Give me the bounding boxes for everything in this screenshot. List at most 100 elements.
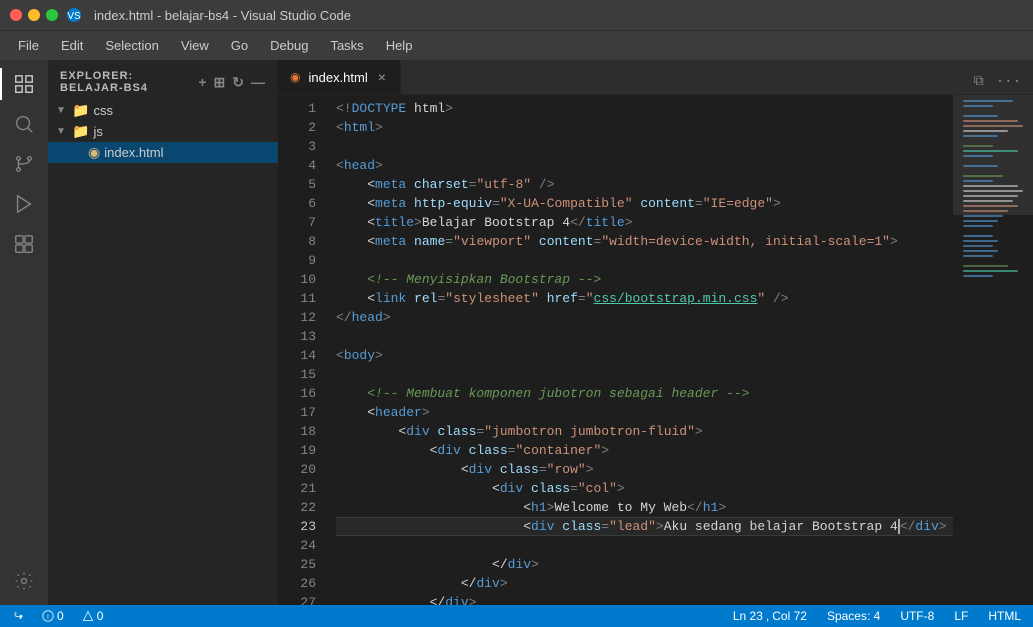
ln-3: 3 bbox=[278, 137, 316, 156]
ln-26: 26 bbox=[278, 574, 316, 593]
editor-area: ◉ index.html × ⧉ ··· 1 2 3 4 5 6 7 8 9 bbox=[278, 60, 1033, 605]
ln-2: 2 bbox=[278, 118, 316, 137]
ln-14: 14 bbox=[278, 346, 316, 365]
ln-9: 9 bbox=[278, 251, 316, 270]
maximize-button[interactable] bbox=[46, 9, 58, 21]
tab-html-icon: ◉ bbox=[290, 70, 300, 84]
more-actions-icon[interactable]: ··· bbox=[992, 70, 1025, 94]
status-encoding-label: UTF-8 bbox=[900, 609, 934, 623]
ln-17: 17 bbox=[278, 403, 316, 422]
menu-debug[interactable]: Debug bbox=[260, 34, 318, 57]
sidebar-label-js: js bbox=[93, 124, 102, 139]
new-folder-icon[interactable]: ⊞ bbox=[214, 74, 227, 91]
status-position[interactable]: Ln 23, Col 72 bbox=[729, 609, 811, 623]
ln-23: 23 bbox=[278, 517, 316, 536]
ln-20: 20 bbox=[278, 460, 316, 479]
code-line-18: <div class="jumbotron jumbotron-fluid"> bbox=[336, 422, 953, 441]
code-editor[interactable]: <!DOCTYPE html> <html> <head> <meta char… bbox=[328, 95, 953, 605]
ln-8: 8 bbox=[278, 232, 316, 251]
menu-view[interactable]: View bbox=[171, 34, 219, 57]
explorer-activity-icon[interactable] bbox=[8, 68, 40, 100]
ln-7: 7 bbox=[278, 213, 316, 232]
tab-close-button[interactable]: × bbox=[376, 68, 388, 86]
git-branch-icon bbox=[12, 610, 24, 622]
collapse-icon[interactable]: — bbox=[251, 74, 266, 91]
sidebar-item-js[interactable]: ▼ 📁 js bbox=[48, 121, 278, 142]
ln-15: 15 bbox=[278, 365, 316, 384]
status-col: Col 72 bbox=[772, 609, 807, 623]
vscode-icon: VS bbox=[66, 7, 82, 23]
warning-count: 0 bbox=[97, 609, 104, 623]
status-right: Ln 23, Col 72 Spaces: 4 UTF-8 LF HTML bbox=[729, 609, 1025, 623]
code-line-10: <!-- Menyisipkan Bootstrap --> bbox=[336, 270, 953, 289]
status-git-branch[interactable] bbox=[8, 610, 28, 622]
status-spaces-label: Spaces: 4 bbox=[827, 609, 880, 623]
svg-text:!: ! bbox=[47, 614, 49, 621]
code-line-21: <div class="col"> bbox=[336, 479, 953, 498]
minimize-button[interactable] bbox=[28, 9, 40, 21]
code-line-20: <div class="row"> bbox=[336, 460, 953, 479]
ln-22: 22 bbox=[278, 498, 316, 517]
status-warnings[interactable]: 0 bbox=[78, 609, 108, 623]
refresh-icon[interactable]: ↻ bbox=[232, 74, 245, 91]
status-language[interactable]: HTML bbox=[984, 609, 1025, 623]
sidebar-label-css: css bbox=[93, 103, 113, 118]
code-line-7: <title>Belajar Bootstrap 4</title> bbox=[336, 213, 953, 232]
git-activity-icon[interactable] bbox=[8, 148, 40, 180]
minimap-svg bbox=[953, 95, 1033, 595]
sidebar-item-css[interactable]: ▼ 📁 css bbox=[48, 100, 278, 121]
tab-bar-actions: ⧉ ··· bbox=[970, 70, 1033, 94]
new-file-icon[interactable]: + bbox=[198, 74, 207, 91]
code-line-22: <h1>Welcome to My Web</h1> bbox=[336, 498, 953, 517]
ln-16: 16 bbox=[278, 384, 316, 403]
code-line-24 bbox=[336, 536, 953, 555]
code-line-3 bbox=[336, 137, 953, 156]
sidebar: EXPLORER: BELAJAR-BS4 + ⊞ ↻ — ▼ 📁 css ▼ … bbox=[48, 60, 278, 605]
window-title: index.html - belajar-bs4 - Visual Studio… bbox=[94, 8, 351, 23]
status-encoding[interactable]: UTF-8 bbox=[896, 609, 938, 623]
window-controls[interactable] bbox=[10, 9, 58, 21]
tab-indexhtml[interactable]: ◉ index.html × bbox=[278, 60, 401, 94]
menu-bar: File Edit Selection View Go Debug Tasks … bbox=[0, 30, 1033, 60]
status-errors[interactable]: ! 0 bbox=[38, 609, 68, 623]
activity-bar bbox=[0, 60, 48, 605]
status-bar: ! 0 0 Ln 23, Col 72 Spaces: 4 UTF-8 LF H… bbox=[0, 605, 1033, 627]
code-line-12: </head> bbox=[336, 308, 953, 327]
debug-activity-icon[interactable] bbox=[8, 188, 40, 220]
menu-go[interactable]: Go bbox=[221, 34, 258, 57]
code-line-4: <head> bbox=[336, 156, 953, 175]
sidebar-item-indexhtml[interactable]: ▶ ◉ index.html bbox=[48, 142, 278, 163]
line-numbers: 1 2 3 4 5 6 7 8 9 10 11 12 13 14 15 16 1… bbox=[278, 95, 328, 605]
folder-icon-js: 📁 bbox=[72, 123, 89, 140]
extensions-activity-icon[interactable] bbox=[8, 228, 40, 260]
split-editor-icon[interactable]: ⧉ bbox=[970, 70, 988, 94]
status-spaces[interactable]: Spaces: 4 bbox=[823, 609, 884, 623]
warning-icon bbox=[82, 610, 94, 622]
code-line-15 bbox=[336, 365, 953, 384]
svg-text:VS: VS bbox=[67, 11, 81, 22]
sidebar-header-actions[interactable]: + ⊞ ↻ — bbox=[198, 74, 266, 91]
sidebar-title: EXPLORER: BELAJAR-BS4 bbox=[60, 70, 198, 94]
menu-edit[interactable]: Edit bbox=[51, 34, 93, 57]
settings-activity-icon[interactable] bbox=[8, 565, 40, 597]
menu-tasks[interactable]: Tasks bbox=[320, 34, 373, 57]
sidebar-label-indexhtml: index.html bbox=[104, 145, 163, 160]
menu-help[interactable]: Help bbox=[376, 34, 423, 57]
code-line-17: <header> bbox=[336, 403, 953, 422]
tab-filename: index.html bbox=[308, 70, 367, 85]
menu-selection[interactable]: Selection bbox=[95, 34, 168, 57]
search-activity-icon[interactable] bbox=[8, 108, 40, 140]
code-line-25: </div> bbox=[336, 555, 953, 574]
status-line-ending[interactable]: LF bbox=[950, 609, 972, 623]
ln-21: 21 bbox=[278, 479, 316, 498]
collapse-arrow-css: ▼ bbox=[56, 105, 72, 116]
code-line-6: <meta http-equiv="X-UA-Compatible" conte… bbox=[336, 194, 953, 213]
menu-file[interactable]: File bbox=[8, 34, 49, 57]
ln-4: 4 bbox=[278, 156, 316, 175]
close-button[interactable] bbox=[10, 9, 22, 21]
editor-content[interactable]: 1 2 3 4 5 6 7 8 9 10 11 12 13 14 15 16 1… bbox=[278, 95, 1033, 605]
code-line-9 bbox=[336, 251, 953, 270]
folder-icon-css: 📁 bbox=[72, 102, 89, 119]
status-language-label: HTML bbox=[988, 609, 1021, 623]
sidebar-header: EXPLORER: BELAJAR-BS4 + ⊞ ↻ — bbox=[48, 60, 278, 100]
